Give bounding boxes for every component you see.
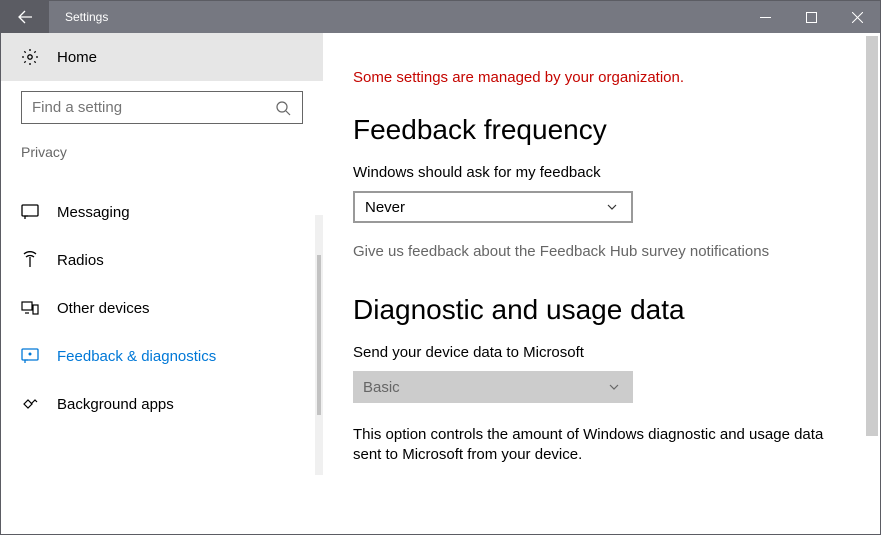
- search-input[interactable]: [21, 91, 303, 124]
- category-label: Privacy: [1, 124, 323, 168]
- titlebar: Settings: [1, 1, 880, 33]
- diagnostic-heading: Diagnostic and usage data: [353, 294, 850, 326]
- sidebar-item-label: Messaging: [57, 204, 130, 221]
- chevron-down-icon: [603, 198, 621, 216]
- messaging-icon: [21, 203, 39, 221]
- diagnostic-level-select: Basic: [353, 371, 633, 403]
- apps-icon: [21, 395, 39, 413]
- main-scrollbar[interactable]: [864, 33, 880, 534]
- gear-icon: [21, 48, 39, 66]
- feedback-frequency-select[interactable]: Never: [353, 191, 633, 223]
- feedback-field-label: Windows should ask for my feedback: [353, 164, 850, 181]
- search-icon: [274, 99, 292, 117]
- main-panel: Some settings are managed by your organi…: [323, 33, 880, 534]
- sidebar-item-messaging[interactable]: Messaging: [1, 188, 323, 236]
- sidebar-scrollbar-thumb[interactable]: [317, 255, 321, 415]
- feedback-hub-link[interactable]: Give us feedback about the Feedback Hub …: [353, 243, 850, 260]
- back-button[interactable]: [1, 1, 49, 33]
- feedback-heading: Feedback frequency: [353, 114, 850, 146]
- sidebar-item-label: Other devices: [57, 300, 150, 317]
- home-button[interactable]: Home: [1, 33, 323, 81]
- home-label: Home: [57, 49, 97, 66]
- org-managed-notice: Some settings are managed by your organi…: [353, 69, 850, 86]
- close-icon: [852, 12, 863, 23]
- sidebar-item-background-apps[interactable]: Background apps: [1, 380, 323, 428]
- sidebar: Home Privacy Email Messa: [1, 33, 323, 534]
- diagnostic-description: This option controls the amount of Windo…: [353, 425, 833, 466]
- sidebar-scrollbar[interactable]: [315, 215, 323, 475]
- sidebar-item-label: Background apps: [57, 396, 174, 413]
- main-scrollbar-thumb[interactable]: [866, 36, 878, 436]
- sidebar-item-email[interactable]: Email: [1, 168, 323, 188]
- diagnostic-field-label: Send your device data to Microsoft: [353, 344, 850, 361]
- diagnostic-level-value: Basic: [363, 379, 400, 396]
- devices-icon: [21, 299, 39, 317]
- feedback-frequency-value: Never: [365, 199, 405, 216]
- maximize-button[interactable]: [788, 1, 834, 33]
- back-arrow-icon: [16, 8, 34, 26]
- minimize-button[interactable]: [742, 1, 788, 33]
- minimize-icon: [760, 12, 771, 23]
- sidebar-item-label: Radios: [57, 252, 104, 269]
- radios-icon: [21, 251, 39, 269]
- nav-list: Email Messaging Radios: [1, 168, 323, 534]
- maximize-icon: [806, 12, 817, 23]
- feedback-icon: [21, 347, 39, 365]
- search-field[interactable]: [32, 99, 274, 116]
- close-button[interactable]: [834, 1, 880, 33]
- email-icon: [21, 168, 39, 186]
- sidebar-item-other-devices[interactable]: Other devices: [1, 284, 323, 332]
- sidebar-item-radios[interactable]: Radios: [1, 236, 323, 284]
- sidebar-item-feedback-diagnostics[interactable]: Feedback & diagnostics: [1, 332, 323, 380]
- window-title: Settings: [49, 10, 742, 24]
- sidebar-item-label: Feedback & diagnostics: [57, 348, 216, 365]
- chevron-down-icon: [605, 378, 623, 396]
